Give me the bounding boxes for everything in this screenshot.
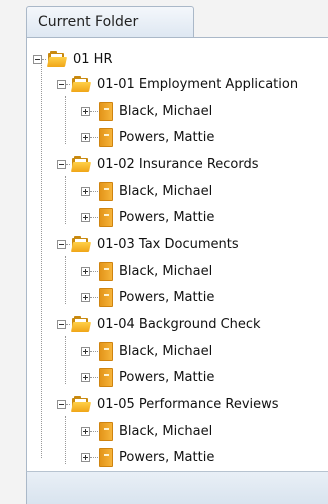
tree-node-folder[interactable]: 01-05 Performance Reviews — [57, 392, 279, 416]
tree-connector — [66, 323, 70, 325]
tree-connector — [90, 190, 98, 192]
tree-connector — [90, 270, 98, 272]
binder-icon — [99, 207, 113, 227]
folder-tree: 01 HR 01-01 Employment Application Black… — [26, 37, 328, 472]
expand-toggle[interactable] — [81, 212, 90, 222]
tab-current-folder[interactable]: Current Folder — [26, 6, 194, 38]
expand-toggle[interactable] — [81, 266, 90, 276]
binder-icon — [99, 421, 113, 441]
collapse-toggle[interactable] — [33, 54, 42, 64]
tree-node-binder[interactable]: Black, Michael — [81, 259, 212, 283]
open-folder-icon — [70, 395, 92, 413]
tree-node-label: 01-04 Background Check — [97, 316, 261, 332]
binder-icon — [99, 287, 113, 307]
tree-connector — [90, 216, 98, 218]
tree-connector — [65, 176, 66, 224]
tree-connector — [65, 416, 66, 464]
tree-connector — [66, 163, 70, 165]
tree-connector — [90, 456, 98, 458]
open-folder-icon — [70, 235, 92, 253]
tree-connector — [66, 83, 70, 85]
tree-node-label: 01-02 Insurance Records — [97, 156, 259, 172]
binder-icon — [99, 127, 113, 147]
collapse-toggle[interactable] — [57, 79, 66, 89]
tree-node-folder[interactable]: 01-04 Background Check — [57, 312, 261, 336]
tree-node-label: Black, Michael — [119, 183, 213, 199]
expand-toggle[interactable] — [81, 372, 90, 382]
tree-node-label: Powers, Mattie — [119, 129, 215, 145]
tree-node-label: Powers, Mattie — [119, 289, 215, 305]
expand-toggle[interactable] — [81, 132, 90, 142]
tree-node-label: Powers, Mattie — [119, 209, 215, 225]
tree-connector — [90, 136, 98, 138]
tree-connector — [65, 96, 66, 144]
tree-node-folder[interactable]: 01-03 Tax Documents — [57, 232, 239, 256]
tree-connector — [90, 376, 98, 378]
tree-node-binder[interactable]: Black, Michael — [81, 339, 212, 363]
tree-node-binder[interactable]: Powers, Mattie — [81, 445, 214, 469]
tree-connector — [90, 350, 98, 352]
tree-node-label: Black, Michael — [119, 343, 213, 359]
expand-toggle[interactable] — [81, 106, 90, 116]
tree-connector — [41, 61, 42, 458]
binder-icon — [99, 367, 113, 387]
tree-connector — [65, 336, 66, 384]
open-folder-icon — [70, 315, 92, 333]
expand-toggle[interactable] — [81, 452, 90, 462]
expand-toggle[interactable] — [81, 426, 90, 436]
tree-connector — [66, 243, 70, 245]
expand-toggle[interactable] — [81, 292, 90, 302]
tree-node-label: 01-01 Employment Application — [97, 76, 299, 92]
binder-icon — [99, 181, 113, 201]
panel-footer — [26, 472, 328, 504]
tree-connector — [42, 58, 46, 60]
tree-node-binder[interactable]: Powers, Mattie — [81, 125, 214, 149]
tree-node-folder[interactable]: 01-01 Employment Application — [57, 72, 298, 96]
binder-icon — [99, 447, 113, 467]
open-folder-icon — [46, 50, 68, 68]
tree-connector — [90, 110, 98, 112]
tree-node-label: Powers, Mattie — [119, 369, 215, 385]
tree-node-label: 01 HR — [73, 51, 113, 67]
tree-node-binder[interactable]: Black, Michael — [81, 99, 212, 123]
tree-node-label: Powers, Mattie — [119, 449, 215, 465]
tree-node-binder[interactable]: Powers, Mattie — [81, 205, 214, 229]
tree-node-label: 01-05 Performance Reviews — [97, 396, 279, 412]
tree-connector — [90, 296, 98, 298]
tree-node-binder[interactable]: Black, Michael — [81, 419, 212, 443]
collapse-toggle[interactable] — [57, 239, 66, 249]
binder-icon — [99, 341, 113, 361]
tree-connector — [66, 403, 70, 405]
collapse-toggle[interactable] — [57, 399, 66, 409]
tree-node-root[interactable]: 01 HR — [33, 47, 112, 71]
tree-node-label: Black, Michael — [119, 263, 213, 279]
tree-node-binder[interactable]: Powers, Mattie — [81, 285, 214, 309]
binder-icon — [99, 261, 113, 281]
expand-toggle[interactable] — [81, 186, 90, 196]
tree-node-label: Black, Michael — [119, 103, 213, 119]
collapse-toggle[interactable] — [57, 319, 66, 329]
tree-node-label: 01-03 Tax Documents — [97, 236, 239, 252]
tree-node-binder[interactable]: Black, Michael — [81, 179, 212, 203]
collapse-toggle[interactable] — [57, 159, 66, 169]
binder-icon — [99, 101, 113, 121]
tree-node-binder[interactable]: Powers, Mattie — [81, 365, 214, 389]
expand-toggle[interactable] — [81, 346, 90, 356]
tree-node-folder[interactable]: 01-02 Insurance Records — [57, 152, 259, 176]
tree-connector — [65, 256, 66, 304]
tree-connector — [90, 430, 98, 432]
open-folder-icon — [70, 75, 92, 93]
open-folder-icon — [70, 155, 92, 173]
tree-node-label: Black, Michael — [119, 423, 213, 439]
